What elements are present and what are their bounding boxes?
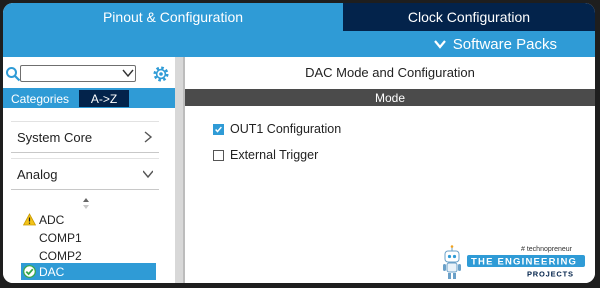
mode-section-header[interactable]: Mode [185,89,595,106]
tab-clock-configuration[interactable]: Clock Configuration [343,3,595,31]
peripheral-item-adc[interactable]: ADC [21,211,156,228]
peripheral-label: COMP2 [39,248,82,263]
top-tab-bar: Pinout & Configuration Clock Configurati… [3,3,595,31]
left-panel: Categories A->Z System Core Analog ADC C… [3,57,175,283]
sort-icon[interactable] [82,197,90,211]
peripheral-item-comp2[interactable]: COMP2 [21,247,156,264]
checkbox-unchecked[interactable] [213,149,224,161]
chevron-down-icon [143,170,153,179]
config-panel-title: DAC Mode and Configuration [305,64,475,80]
mode-header-label: Mode [374,90,406,105]
group-analog-label: Analog [17,166,58,182]
group-system-core[interactable]: System Core [11,121,159,153]
tab-pinout-configuration[interactable]: Pinout & Configuration [3,3,343,31]
peripheral-item-comp1[interactable]: COMP1 [21,229,156,246]
tab-a-to-z[interactable]: A->Z [79,90,129,107]
option-label: OUT1 Configuration [230,122,342,136]
engineering-projects-logo: # technopreneur THE ENGINEERING PROJECTS [443,245,585,279]
logo-line1: THE ENGINEERING [471,257,577,268]
peripheral-label: ADC [39,212,65,227]
tab-categories[interactable]: Categories [5,90,77,107]
check-circle-icon [23,265,36,278]
software-packs-bar: Software Packs [3,31,595,57]
tab-categories-label: Categories [11,91,70,106]
group-system-core-label: System Core [17,129,93,145]
chevron-down-icon[interactable] [122,68,134,78]
tab-a-to-z-label: A->Z [90,91,118,106]
external-trigger-checkbox[interactable]: External Trigger [213,147,318,163]
logo-tagline: # technopreneur [521,246,573,253]
checkbox-checked[interactable] [213,123,224,135]
check-icon [215,126,222,133]
category-tabs: Categories A->Z [3,88,175,108]
logo-line2: PROJECTS [527,270,574,279]
tab-pinout-label: Pinout & Configuration [102,9,244,25]
search-combobox[interactable] [20,65,136,82]
app-frame: Pinout & Configuration Clock Configurati… [3,3,595,283]
config-panel: DAC Mode and Configuration Mode OUT1 Con… [185,57,595,283]
option-label: External Trigger [230,148,319,162]
software-packs-label: Software Packs [452,35,557,53]
chevron-down-icon [433,40,446,49]
search-row [3,64,175,84]
software-packs-button[interactable]: Software Packs [433,31,557,57]
gear-icon[interactable] [152,65,170,83]
peripheral-label: COMP1 [39,230,82,245]
peripheral-item-dac[interactable]: DAC [21,263,156,280]
peripheral-label: DAC [39,264,65,279]
chevron-right-icon [144,131,153,143]
tab-clock-label: Clock Configuration [407,9,531,25]
warning-icon [23,213,36,226]
search-icon[interactable] [5,66,21,82]
sidebar-scrollbar[interactable] [175,57,183,283]
group-analog[interactable]: Analog [11,158,159,190]
out1-configuration-checkbox[interactable]: OUT1 Configuration [213,121,341,137]
